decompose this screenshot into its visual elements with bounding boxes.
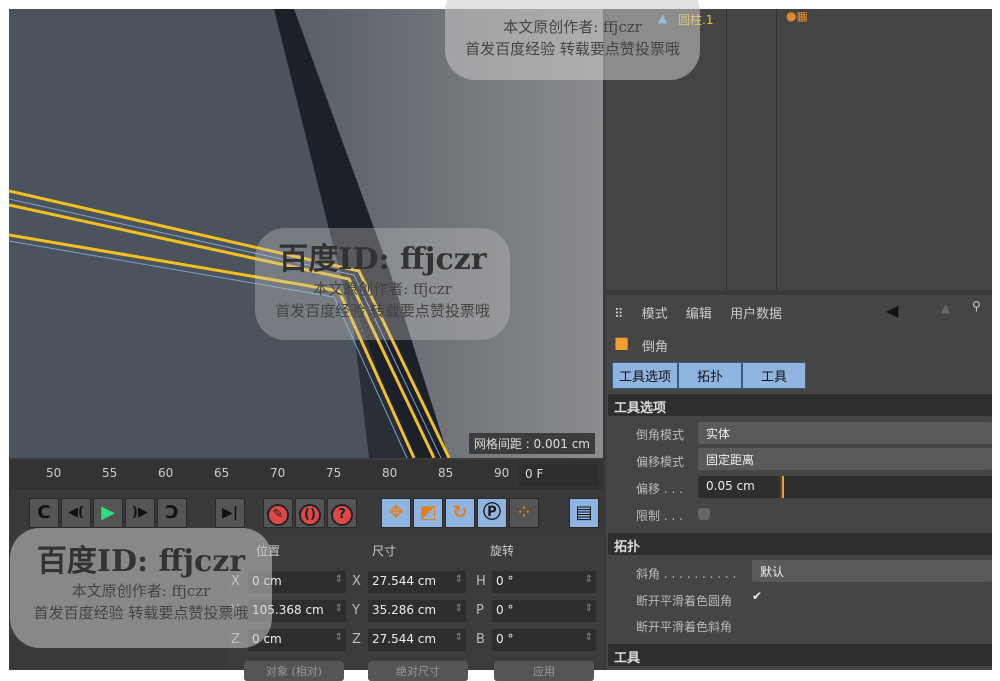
goto-end-button[interactable]: Ↄ <box>157 498 187 528</box>
attr-tabs: 工具选项 拓扑 工具 <box>612 362 807 389</box>
rotate-key-icon[interactable]: ↻ <box>445 498 475 528</box>
record-key-button[interactable]: ✎ <box>263 498 293 528</box>
grid-spacing-label: 网格间距 : 0.001 cm <box>468 433 595 454</box>
break-round-checkbox[interactable]: ✔ <box>752 589 762 603</box>
move-key-icon[interactable]: ✥ <box>381 498 411 528</box>
attr-menu: ⠿ 模式 编辑 用户数据 <box>614 303 796 322</box>
current-frame-field[interactable]: 0 F <box>519 464 599 486</box>
watermark-author: 本文原创作者: ffjczr <box>71 582 211 600</box>
tick-label: 75 <box>326 466 342 480</box>
tab-tool[interactable]: 工具 <box>742 362 807 389</box>
rot-b-field[interactable]: 0 ° <box>492 629 596 651</box>
keyframe-selection-button[interactable]: ? <box>327 498 357 528</box>
object-relative-dropdown[interactable]: 对象 (相对) <box>244 661 344 681</box>
watermark-note: 首发百度经验 转载要点赞投票哦 <box>465 40 680 58</box>
size-header: 尺寸 <box>372 544 397 558</box>
watermark: 百度ID: ffjczr 本文原创作者: ffjczr 首发百度经验 转载要点赞… <box>10 528 272 648</box>
menu-edit[interactable]: 编辑 <box>686 307 712 322</box>
point-level-icon[interactable]: ⁘ <box>509 498 539 528</box>
tick-label: 90 <box>494 466 510 480</box>
up-arrow-icon[interactable]: ▲ <box>941 301 950 315</box>
tab-topology[interactable]: 拓扑 <box>678 362 743 389</box>
offset-mode-dropdown[interactable]: 固定距离 <box>698 448 992 470</box>
break-miter-label: 断开平滑着色斜角 <box>636 620 733 634</box>
size-x-field[interactable]: 27.544 cm <box>368 571 466 593</box>
grip-icon: ⠿ <box>614 307 624 322</box>
limit-checkbox[interactable] <box>698 508 710 520</box>
rotation-header: 旋转 <box>490 544 515 558</box>
material-tag-icon[interactable]: ●▦ <box>786 9 808 23</box>
prev-frame-button[interactable]: ◀( <box>61 498 91 528</box>
watermark-id: 百度ID: ffjczr <box>278 242 487 277</box>
apply-button[interactable]: 应用 <box>494 661 594 681</box>
transport-bar: C ◀( ▶ )▶ Ↄ ▶| ✎ () ? ✥ ◩ ↻ Ⓟ ⁘ ▤ <box>9 492 603 532</box>
offset-mode-label: 偏移模式 <box>636 455 685 469</box>
bevel-mode-label: 倒角模式 <box>636 428 685 442</box>
last-frame-button[interactable]: ▶| <box>215 498 245 528</box>
back-arrow-icon[interactable]: ◀ <box>886 301 898 320</box>
absolute-size-dropdown[interactable]: 绝对尺寸 <box>368 661 468 681</box>
menu-mode[interactable]: 模式 <box>642 307 668 322</box>
break-round-label: 断开平滑着色圆角 <box>636 594 733 608</box>
rot-h-field[interactable]: 0 ° <box>492 571 596 593</box>
axis-label: Y <box>352 603 360 618</box>
tick-label: 60 <box>158 466 174 480</box>
bevel-tool-icon: ■ <box>614 333 630 352</box>
tick-label: 85 <box>438 466 454 480</box>
timeline-ruler[interactable]: 50 55 60 65 70 75 80 85 90 0 F <box>9 460 603 490</box>
watermark: 本文原创作者: ffjczr 首发百度经验 转载要点赞投票哦 <box>445 0 700 80</box>
autokey-button[interactable]: () <box>295 498 325 528</box>
next-frame-button[interactable]: )▶ <box>125 498 155 528</box>
attribute-manager: ⠿ 模式 编辑 用户数据 ◀ ▲ ⚲ ■ 倒角 工具选项 拓扑 工具 工具选项 … <box>606 295 992 670</box>
axis-label: P <box>476 603 484 618</box>
param-key-icon[interactable]: Ⓟ <box>477 498 507 528</box>
axis-label: H <box>476 574 486 589</box>
limit-label: 限制 . . . <box>636 509 683 523</box>
film-strip-icon[interactable]: ▤ <box>569 498 599 528</box>
size-z-field[interactable]: 27.544 cm <box>368 629 466 651</box>
offset-label: 偏移 . . . <box>636 482 683 496</box>
tick-label: 55 <box>102 466 118 480</box>
watermark-id: 百度ID: ffjczr <box>36 544 246 579</box>
tick-label: 65 <box>214 466 230 480</box>
watermark-note: 首发百度经验 转载要点赞投票哦 <box>33 604 249 622</box>
tool-name: 倒角 <box>642 340 669 355</box>
search-icon[interactable]: ⚲ <box>972 299 981 313</box>
offset-input[interactable]: 0.05 cm <box>698 476 780 498</box>
section-tool[interactable]: 工具 <box>608 644 992 666</box>
rot-p-field[interactable]: 0 ° <box>492 600 596 622</box>
tick-label: 80 <box>382 466 398 480</box>
menu-userdata[interactable]: 用户数据 <box>730 307 782 322</box>
goto-start-button[interactable]: C <box>29 498 59 528</box>
miter-dropdown[interactable]: 默认 <box>752 560 992 582</box>
section-topology[interactable]: 拓扑 <box>608 533 992 555</box>
axis-label: X <box>352 574 361 589</box>
tick-label: 50 <box>46 466 62 480</box>
watermark-author: 本文原创作者: ffjczr <box>503 18 642 36</box>
watermark-note: 首发百度经验 转载要点赞投票哦 <box>275 302 490 320</box>
watermark-author: 本文原创作者: ffjczr <box>313 280 452 298</box>
watermark: 百度ID: ffjczr 本文原创作者: ffjczr 首发百度经验 转载要点赞… <box>255 228 510 340</box>
bevel-mode-dropdown[interactable]: 实体 <box>698 422 992 444</box>
tab-tool-options[interactable]: 工具选项 <box>612 362 679 389</box>
scale-key-icon[interactable]: ◩ <box>413 498 443 528</box>
coordinates-manager: 位置 尺寸 旋转 X 0 cm Y 105.368 cm Z 0 cm X 27… <box>228 534 603 681</box>
play-button[interactable]: ▶ <box>93 498 123 528</box>
miter-label: 斜角 . . . . . . . . . . <box>636 567 737 581</box>
axis-label: B <box>476 632 485 647</box>
tick-label: 70 <box>270 466 286 480</box>
section-tool-options[interactable]: 工具选项 <box>608 394 992 416</box>
size-y-field[interactable]: 35.286 cm <box>368 600 466 622</box>
axis-label: Z <box>352 632 361 647</box>
offset-slider[interactable] <box>782 476 992 498</box>
